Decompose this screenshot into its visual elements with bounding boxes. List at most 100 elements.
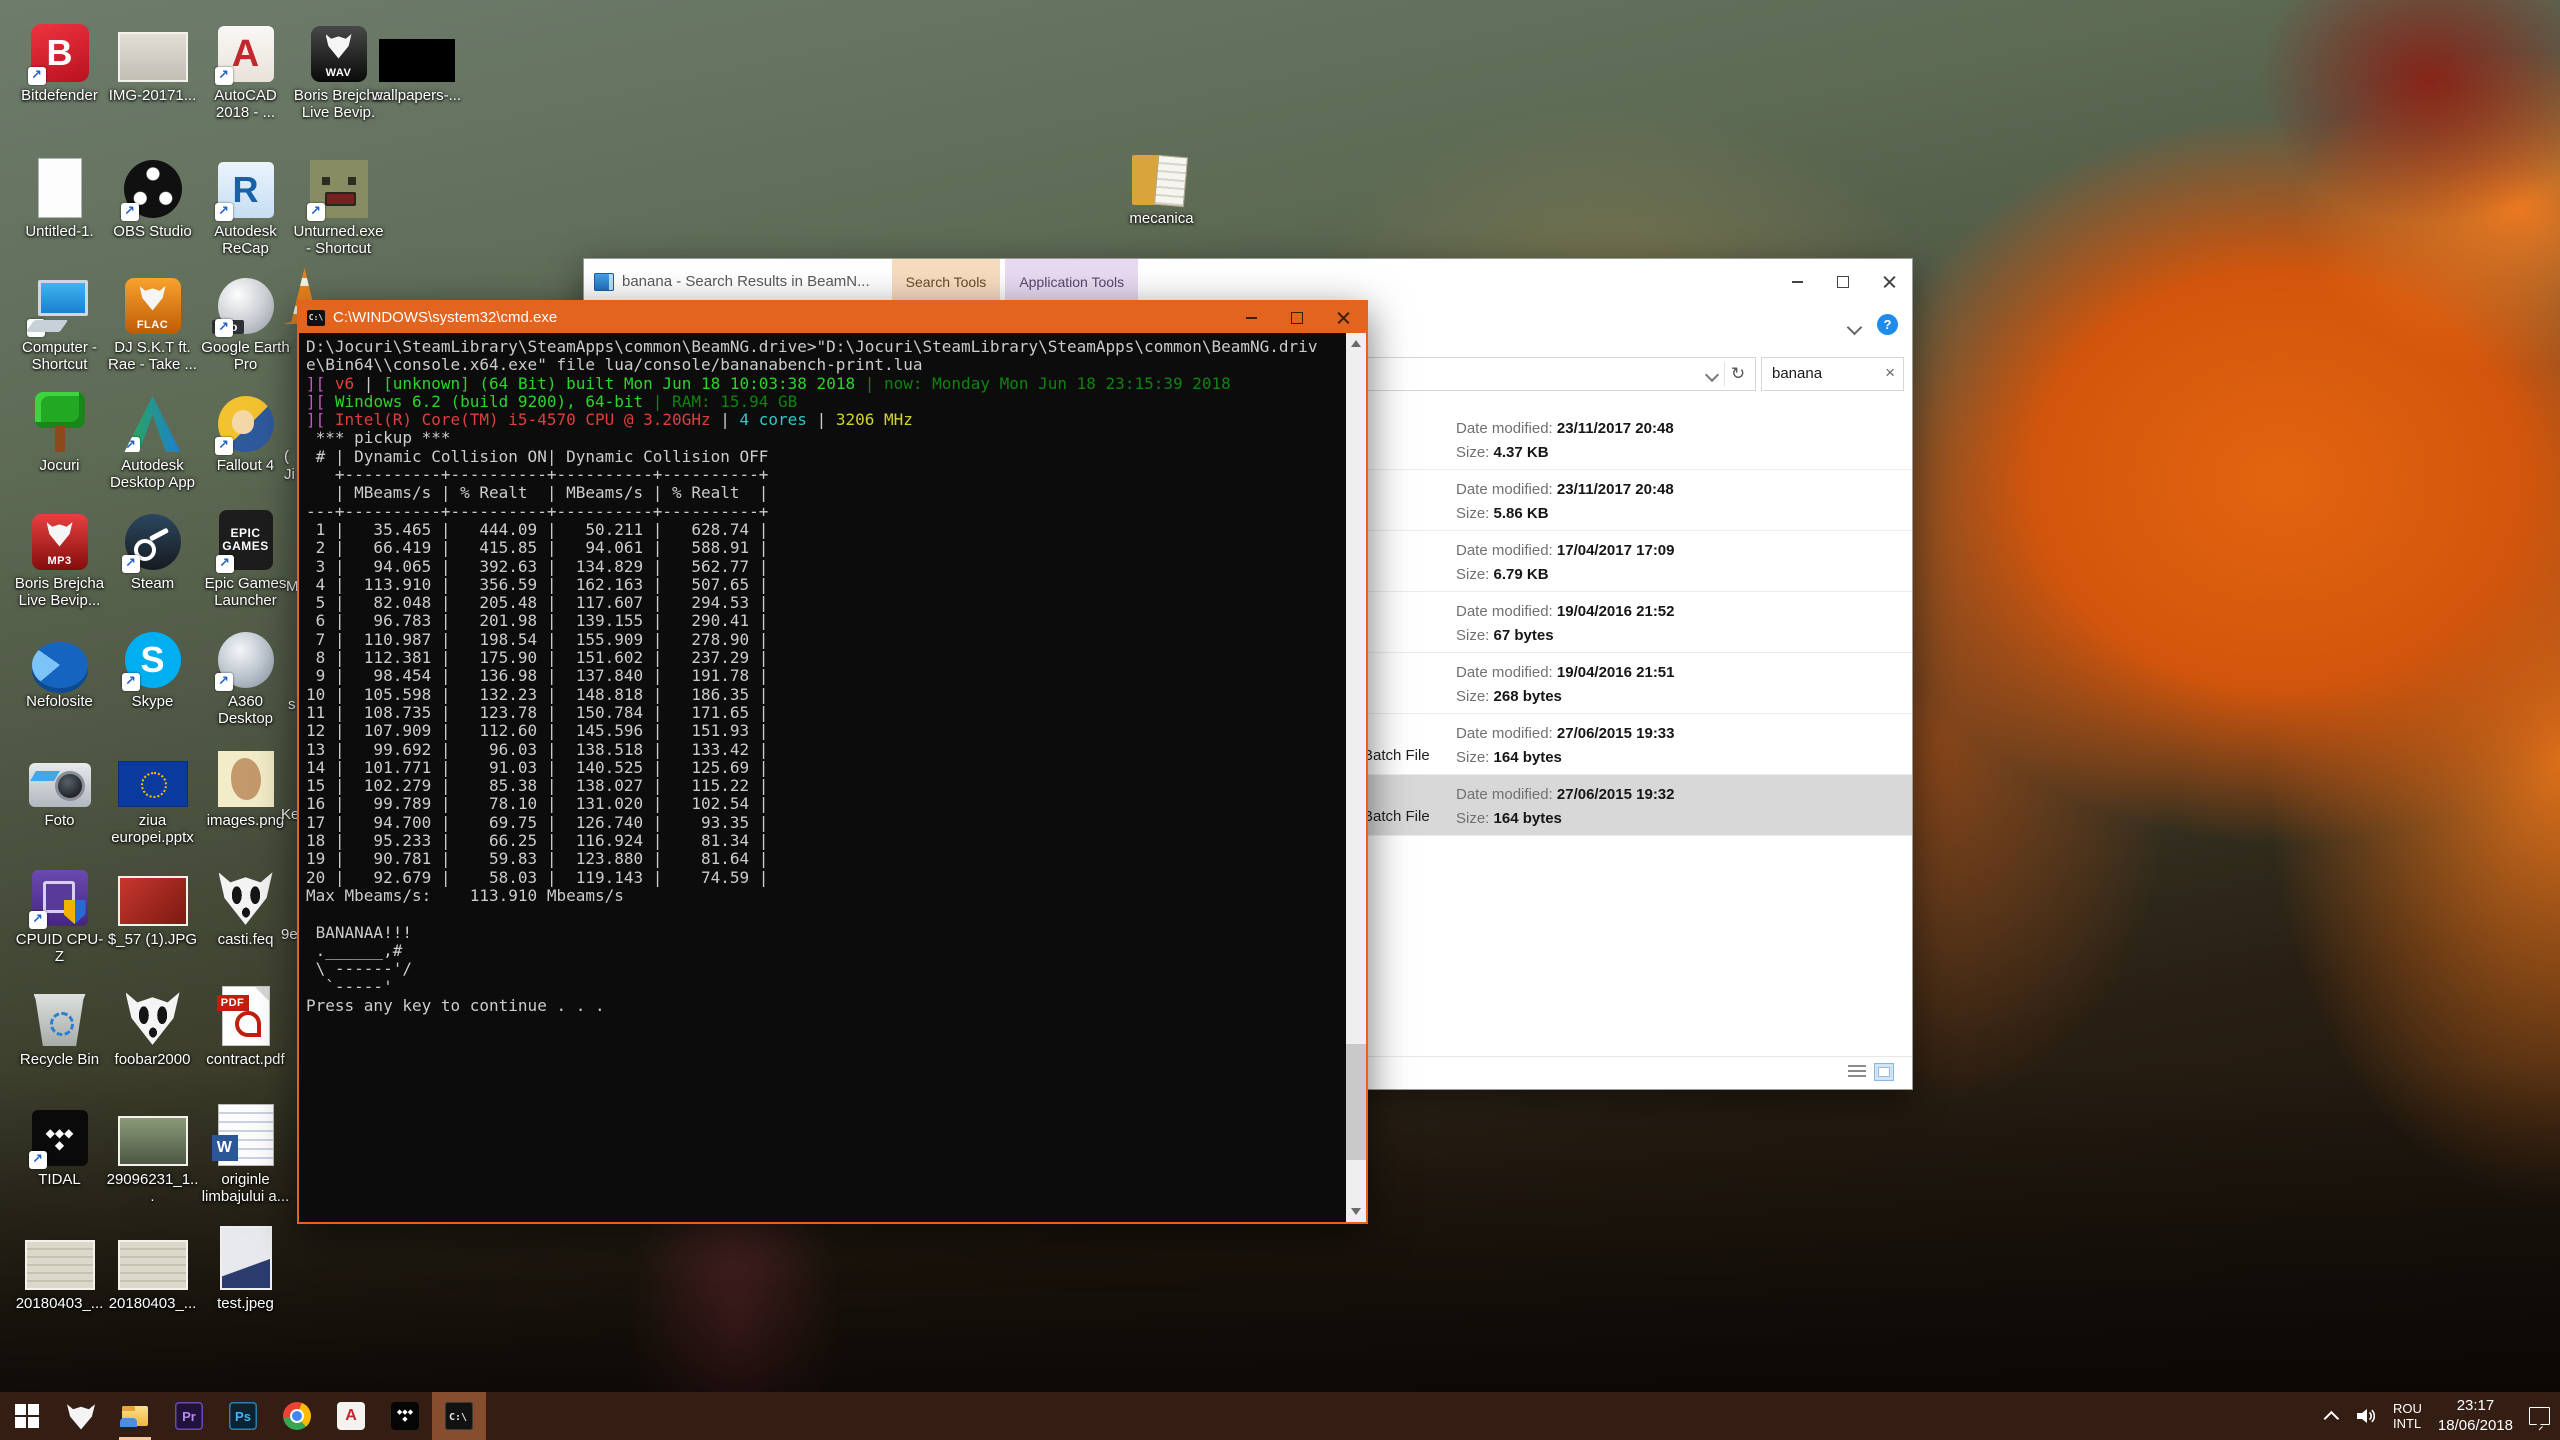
- scrollbar-thumb[interactable]: [1346, 1044, 1366, 1160]
- desktop-icon[interactable]: Recycle Bin: [13, 980, 106, 1068]
- cmd-window: C:\ C:\WINDOWS\system32\cmd.exe D:\Jocur…: [297, 300, 1368, 1224]
- taskbar-foobar2000[interactable]: [54, 1392, 108, 1440]
- desktop-icon[interactable]: S Skype: [106, 622, 199, 710]
- desktop-icon-label: Skype: [106, 693, 199, 710]
- desktop-icon[interactable]: wallpapers-...: [370, 16, 463, 104]
- explorer-minimize-button[interactable]: [1774, 259, 1820, 304]
- autocad-icon: A: [337, 1402, 365, 1430]
- icon-label-fragment: (: [284, 448, 289, 465]
- search-box[interactable]: banana ×: [1761, 357, 1904, 391]
- desktop-icon[interactable]: Woriginle limbajului a...: [199, 1100, 292, 1205]
- desktop-icon[interactable]: IMG-20171...: [106, 16, 199, 104]
- taskbar-tidal[interactable]: [378, 1392, 432, 1440]
- desktop-icon[interactable]: BBitdefender: [13, 16, 106, 104]
- taskbar-chrome[interactable]: [270, 1392, 324, 1440]
- desktop-icon[interactable]: Jocuri: [13, 386, 106, 474]
- desktop-icon[interactable]: Untitled-1.: [13, 152, 106, 240]
- address-dropdown-chevron-icon[interactable]: [1705, 368, 1719, 382]
- desktop-icon[interactable]: Computer - Shortcut: [13, 268, 106, 373]
- taskbar-autocad[interactable]: A: [324, 1392, 378, 1440]
- desktop-icon[interactable]: 20180403_...: [13, 1224, 106, 1312]
- scroll-down-arrow-icon[interactable]: [1351, 1208, 1361, 1215]
- desktop-icon-label: images.png: [199, 812, 292, 829]
- desktop-icon[interactable]: 29096231_1...: [106, 1100, 199, 1205]
- taskbar-start[interactable]: [0, 1392, 54, 1440]
- shortcut-arrow-icon: [29, 911, 47, 929]
- desktop-icon[interactable]: casti.feq: [199, 860, 292, 948]
- explorer-maximize-button[interactable]: [1820, 259, 1866, 304]
- taskbar-premiere[interactable]: Pr: [162, 1392, 216, 1440]
- scroll-up-arrow-icon[interactable]: [1351, 340, 1361, 347]
- desktop-icon-label: Computer - Shortcut: [13, 339, 106, 373]
- taskbar-file-explorer[interactable]: [108, 1392, 162, 1440]
- desktop-icon[interactable]: ziua europei.pptx: [106, 741, 199, 846]
- desktop-icon[interactable]: PDFcontract.pdf: [199, 980, 292, 1068]
- refresh-icon[interactable]: ↻: [1724, 362, 1751, 386]
- premiere-icon: Pr: [175, 1402, 203, 1430]
- explorer-title: banana - Search Results in BeamN...: [622, 273, 870, 290]
- language-indicator[interactable]: ROU INTL: [2393, 1401, 2422, 1431]
- desktop-icon[interactable]: Fallout 4: [199, 386, 292, 474]
- clock[interactable]: 23:17 18/06/2018: [2438, 1396, 2513, 1436]
- tray-time: 23:17: [2457, 1397, 2495, 1414]
- cmd-maximize-button[interactable]: [1274, 302, 1320, 333]
- desktop-icon[interactable]: $_57 (1).JPG: [106, 860, 199, 948]
- desktop-icon-label: wallpapers-...: [370, 87, 463, 104]
- cmd-close-button[interactable]: [1320, 302, 1366, 333]
- details-view-icon[interactable]: [1848, 1065, 1866, 1080]
- cmd-minimize-button[interactable]: [1228, 302, 1274, 333]
- clear-search-icon[interactable]: ×: [1885, 363, 1895, 383]
- file-meta: Date modified: 27/06/2015 19:32Size: 164…: [1456, 783, 1675, 831]
- explorer-close-button[interactable]: [1866, 259, 1912, 304]
- desktop-icon-label: Autodesk Desktop App: [106, 457, 199, 491]
- desktop-icon[interactable]: 20180403_...: [106, 1224, 199, 1312]
- desktop-icon-label: OBS Studio: [106, 223, 199, 240]
- desktop-icon[interactable]: test.jpeg: [199, 1224, 292, 1312]
- help-icon[interactable]: ?: [1877, 314, 1898, 335]
- tab-search-tools[interactable]: Search Tools: [892, 259, 1001, 304]
- cmd-scrollbar[interactable]: [1346, 333, 1366, 1222]
- desktop-icon[interactable]: Foto: [13, 741, 106, 829]
- blackrect-icon: [379, 39, 455, 82]
- desktop-icon[interactable]: MP3Boris Brejcha Live Bevip...: [13, 504, 106, 609]
- desktop-icon[interactable]: Nefolosite: [13, 622, 106, 710]
- action-center-icon[interactable]: [2529, 1407, 2550, 1425]
- cmd-titlebar[interactable]: C:\ C:\WINDOWS\system32\cmd.exe: [299, 302, 1366, 333]
- desktop-icon-label: Untitled-1.: [13, 223, 106, 240]
- tray-expand-chevron-icon[interactable]: [2324, 1410, 2340, 1426]
- taskbar-cmd[interactable]: C:\: [432, 1392, 486, 1440]
- desktop-icon[interactable]: OBS Studio: [106, 152, 199, 240]
- desktop-icon[interactable]: AAutoCAD 2018 - ...: [199, 16, 292, 121]
- thumbnails-view-icon[interactable]: [1874, 1063, 1894, 1081]
- desktop-icon[interactable]: RAutodesk ReCap: [199, 152, 292, 257]
- unturned-icon: [310, 160, 368, 218]
- taskbar-photoshop[interactable]: Ps: [216, 1392, 270, 1440]
- shortcut-arrow-icon: [122, 555, 140, 573]
- desktop-icon[interactable]: EPIC GAMESEpic Games Launcher: [199, 504, 292, 609]
- desktop-icon[interactable]: mecanica: [1115, 139, 1208, 227]
- desktop-icon-label: Epic Games Launcher: [199, 575, 292, 609]
- desktop-icon[interactable]: Unturned.exe - Shortcut: [292, 152, 385, 257]
- desktop-icon[interactable]: A360 Desktop: [199, 622, 292, 727]
- file-explorer-icon: [121, 1402, 149, 1430]
- desktop-icon-label: Jocuri: [13, 457, 106, 474]
- explorer-titlebar[interactable]: banana - Search Results in BeamN... Sear…: [584, 259, 1912, 304]
- tidal-icon: [391, 1402, 419, 1430]
- desktop-icon[interactable]: TIDAL: [13, 1100, 106, 1188]
- speaker-icon[interactable]: [2355, 1406, 2377, 1426]
- desktop-icon-label: 20180403_...: [106, 1295, 199, 1312]
- search-value: banana: [1772, 365, 1822, 382]
- desktop-icon[interactable]: images.png: [199, 741, 292, 829]
- photo-icon: [118, 32, 188, 82]
- foobar2000-icon: [67, 1402, 95, 1430]
- desktop-icon[interactable]: Autodesk Desktop App: [106, 386, 199, 491]
- desktop-icon[interactable]: CPUID CPU-Z: [13, 860, 106, 965]
- tab-application-tools[interactable]: Application Tools: [1005, 259, 1138, 304]
- desktop-icon[interactable]: Steam: [106, 504, 199, 592]
- ribbon-collapse-chevron-icon[interactable]: [1847, 320, 1863, 336]
- skype-icon: S: [125, 632, 181, 688]
- desktop-icon[interactable]: foobar2000: [106, 980, 199, 1068]
- file-meta: Date modified: 19/04/2016 21:52Size: 67 …: [1456, 600, 1675, 648]
- desktop-icon-label: AutoCAD 2018 - ...: [199, 87, 292, 121]
- desktop-icon[interactable]: FLACDJ S.K.T ft. Rae - Take ...: [106, 268, 199, 373]
